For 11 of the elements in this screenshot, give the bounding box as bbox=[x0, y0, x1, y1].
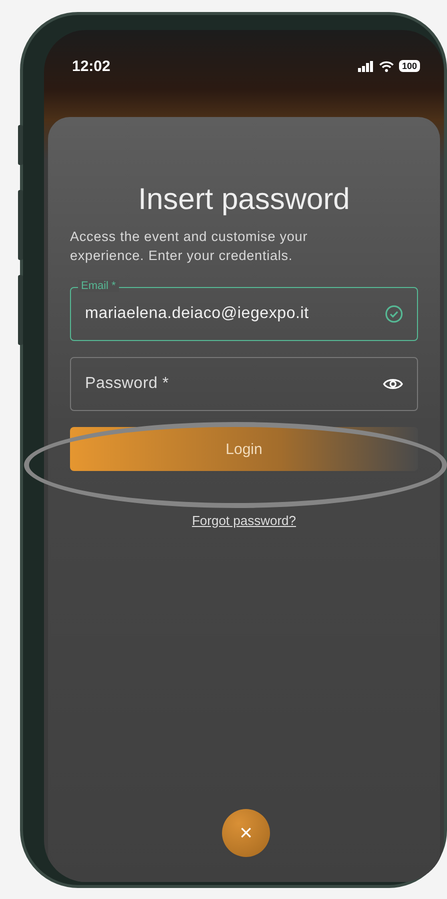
card-title: Insert password bbox=[137, 183, 351, 217]
field-label: Email * bbox=[78, 280, 119, 292]
card-description: Access the event and customise your experience. Enter your credentials. bbox=[70, 228, 309, 265]
eye-icon[interactable] bbox=[383, 377, 403, 391]
battery-level: 100 bbox=[398, 60, 420, 72]
check-circle-icon bbox=[385, 305, 403, 323]
forgot-password-link[interactable]: Forgot password? bbox=[192, 513, 296, 528]
status-time: 12:02 bbox=[72, 58, 110, 74]
password-field[interactable]: Password * bbox=[70, 357, 418, 411]
wifi-icon bbox=[378, 60, 394, 72]
signal-icon bbox=[358, 60, 374, 72]
